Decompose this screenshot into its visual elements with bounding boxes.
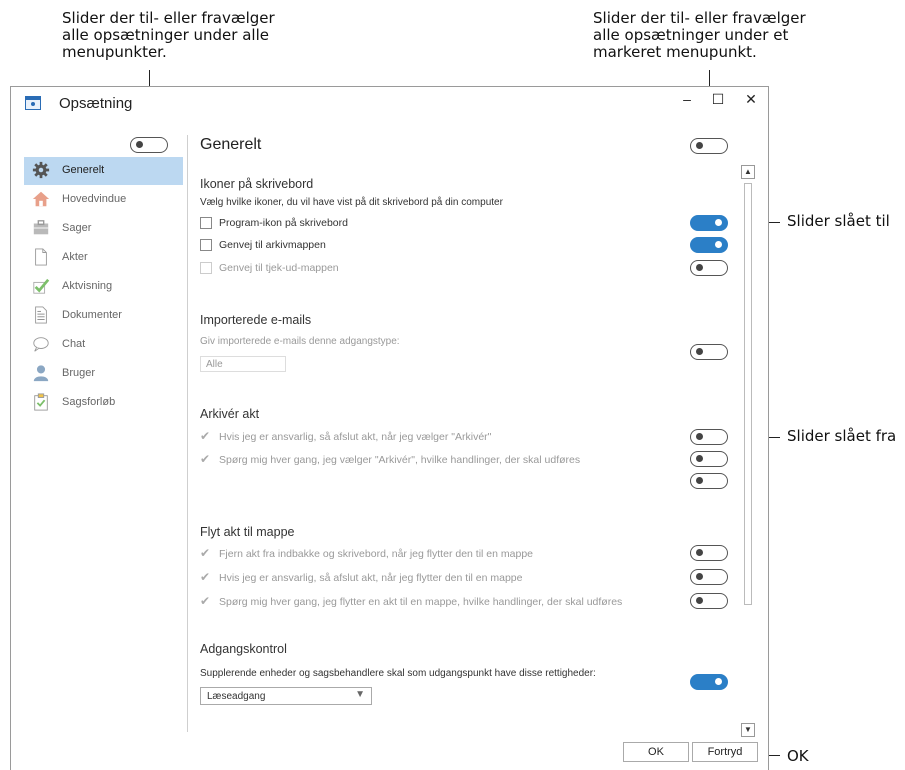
sidebar-item-sager[interactable]: Sager [24, 215, 183, 243]
sidebar-item-label: Generelt [62, 164, 105, 176]
checkmark-icon[interactable]: ✔ [200, 594, 210, 608]
checkmark-icon[interactable]: ✔ [200, 546, 210, 560]
close-button[interactable]: ✕ [741, 91, 761, 108]
access-level-select[interactable]: Læseadgang ▼ [200, 687, 372, 705]
maximize-button[interactable]: ☐ [708, 91, 728, 108]
user-icon [33, 365, 49, 382]
checkbox[interactable] [200, 217, 212, 229]
section-settings-toggle[interactable] [690, 138, 728, 154]
access-type-input[interactable]: Alle [200, 356, 286, 372]
section-description-ikoner: Vælg hvilke ikoner, du vil have vist på … [200, 197, 503, 208]
sidebar-item-label: Hovedvindue [62, 193, 127, 205]
sidebar-item-label: Sagsforløb [62, 396, 116, 408]
cancel-button[interactable]: Fortryd [692, 742, 758, 762]
checkbox[interactable] [200, 239, 212, 251]
scrollbar[interactable]: ▲ ▼ [741, 165, 757, 737]
checkmark-icon[interactable]: ✔ [200, 570, 210, 584]
document-icon [35, 248, 47, 266]
sidebar-item-sagsforloeb[interactable]: Sagsforløb [24, 389, 183, 417]
sidebar-item-chat[interactable]: Chat [24, 331, 183, 359]
section-description-adgang: Supplerende enheder og sagsbehandlere sk… [200, 668, 596, 679]
toggle-arkiver-extra[interactable] [690, 473, 728, 489]
callout-global-toggle: Slider der til- eller fravælger alle ops… [62, 9, 275, 61]
sidebar-item-hovedvindue[interactable]: Hovedvindue [24, 186, 183, 214]
option-label: Hvis jeg er ansvarlig, så afslut akt, nå… [219, 431, 492, 443]
chevron-down-icon: ▼ [355, 689, 365, 700]
home-icon [32, 191, 50, 207]
page-title: Generelt [200, 136, 262, 153]
briefcase-icon [33, 220, 49, 235]
section-description-importerede: Giv importerede e-mails denne adgangstyp… [200, 336, 400, 347]
sidebar-item-aktvisning[interactable]: Aktvisning [24, 273, 183, 301]
sidebar-item-generelt[interactable]: Generelt [24, 157, 183, 185]
toggle-adgang[interactable] [690, 674, 728, 690]
scroll-down-button[interactable]: ▼ [741, 723, 755, 737]
scroll-up-button[interactable]: ▲ [741, 165, 755, 179]
toggle-importerede[interactable] [690, 344, 728, 360]
sidebar-item-label: Dokumenter [62, 309, 122, 321]
settings-window: Opsætning – ☐ ✕ Generelt Hovedvindue Sag… [10, 86, 769, 770]
sidebar-item-label: Akter [62, 251, 88, 263]
toggle-genvej-arkiv[interactable] [690, 237, 728, 253]
sidebar-item-label: Aktvisning [62, 280, 113, 292]
checkbox[interactable] [200, 262, 212, 274]
sidebar-item-label: Chat [62, 338, 86, 350]
option-label: Genvej til tjek-ud-mappen [219, 262, 339, 274]
section-title-flyt: Flyt akt til mappe [200, 525, 295, 539]
toggle-arkiver-spoerg[interactable] [690, 451, 728, 467]
chat-bubble-icon [33, 337, 49, 352]
toggle-flyt-fjern[interactable] [690, 545, 728, 561]
section-title-adgang: Adgangskontrol [200, 642, 287, 656]
scrollbar-thumb[interactable] [744, 183, 752, 605]
select-value: Læseadgang [207, 691, 266, 702]
option-label: Fjern akt fra indbakke og skrivebord, nå… [219, 548, 533, 560]
callout-slider-off: Slider slået fra [787, 427, 897, 445]
sidebar-item-akter[interactable]: Akter [24, 244, 183, 272]
sidebar-divider [187, 135, 188, 732]
text-document-icon [35, 306, 47, 324]
section-title-arkiver: Arkivér akt [200, 407, 260, 421]
sidebar-item-bruger[interactable]: Bruger [24, 360, 183, 388]
sidebar-item-label: Bruger [62, 367, 96, 379]
toggle-arkiver-afslut[interactable] [690, 429, 728, 445]
toggle-flyt-afslut[interactable] [690, 569, 728, 585]
callout-ok: OK [787, 747, 809, 765]
minimize-button[interactable]: – [677, 91, 697, 107]
callout-slider-on: Slider slået til [787, 212, 890, 230]
checkmark-icon[interactable]: ✔ [200, 452, 210, 466]
sidebar-item-dokumenter[interactable]: Dokumenter [24, 302, 183, 330]
option-label: Genvej til arkivmappen [219, 239, 326, 251]
toggle-program-ikon[interactable] [690, 215, 728, 231]
gear-icon [32, 161, 50, 179]
option-label: Spørg mig hver gang, jeg vælger "Arkivér… [219, 454, 581, 466]
sidebar-item-label: Sager [62, 222, 92, 234]
window-title: Opsætning [59, 95, 133, 112]
section-title-ikoner: Ikoner på skrivebord [200, 177, 314, 191]
app-icon [25, 96, 41, 110]
checkmark-icon[interactable]: ✔ [200, 429, 210, 443]
toggle-flyt-spoerg[interactable] [690, 593, 728, 609]
checkmark-icon [33, 278, 50, 294]
callout-section-toggle: Slider der til- eller fravælger alle ops… [593, 9, 806, 61]
toggle-genvej-tjek-ud[interactable] [690, 260, 728, 276]
section-title-importerede: Importerede e-mails [200, 313, 312, 327]
global-settings-toggle[interactable] [130, 137, 168, 153]
clipboard-icon [34, 393, 48, 411]
option-label: Hvis jeg er ansvarlig, så afslut akt, nå… [219, 572, 523, 584]
option-label: Program-ikon på skrivebord [219, 217, 348, 229]
title-bar: Opsætning – ☐ ✕ [11, 87, 768, 121]
ok-button[interactable]: OK [623, 742, 689, 762]
option-label: Spørg mig hver gang, jeg flytter en akt … [219, 596, 623, 608]
